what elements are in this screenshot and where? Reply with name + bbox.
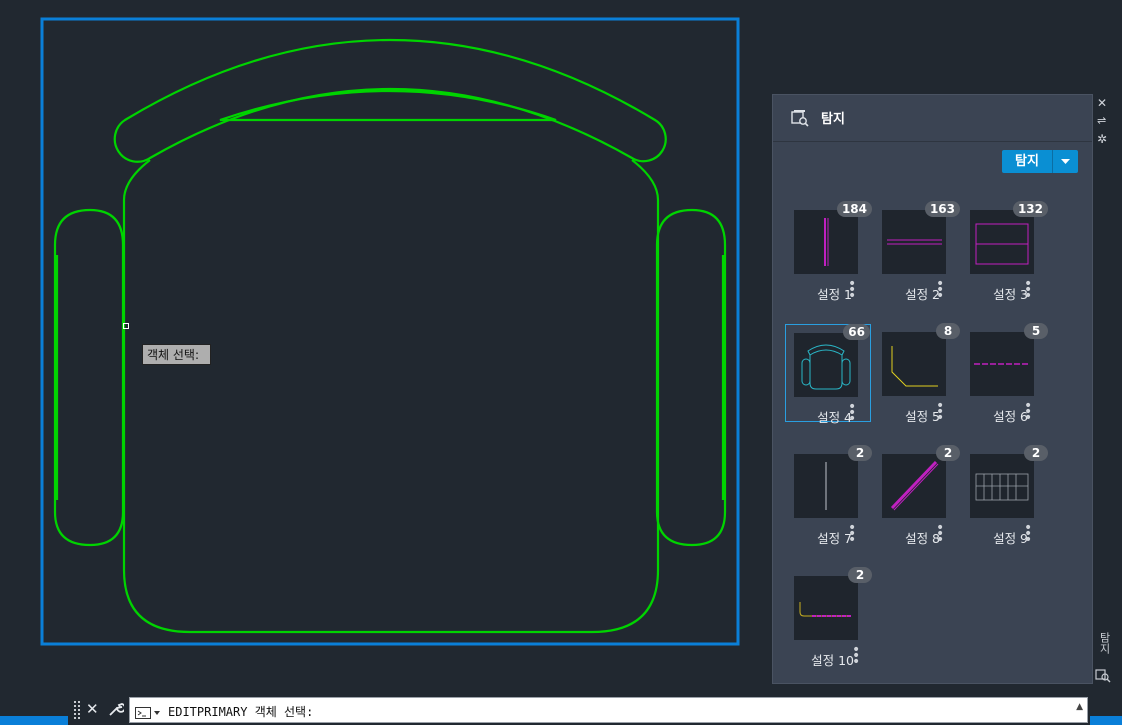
more-options-icon[interactable]: • • • bbox=[848, 277, 856, 303]
status-strip-left bbox=[0, 716, 68, 725]
count-badge: 8 bbox=[936, 323, 960, 339]
count-badge: 163 bbox=[924, 201, 960, 217]
explore-button[interactable]: 탐지 bbox=[1002, 150, 1078, 173]
command-line: ✕ EDITPRIMARY 객체 선택: ▲ bbox=[72, 697, 1089, 723]
command-text: EDITPRIMARY 객체 선택: bbox=[168, 705, 314, 719]
palette-side-strip: ✕ ⇌ ✲ bbox=[1093, 94, 1113, 684]
more-options-icon[interactable]: • • • bbox=[852, 643, 860, 669]
more-options-icon[interactable]: • • • bbox=[1024, 399, 1032, 425]
setting-name: 설정 8 bbox=[905, 531, 940, 546]
setting-card-5[interactable]: 8 설정 5 • • • bbox=[874, 323, 960, 425]
setting-card-10[interactable]: 2 설정 10 • • • bbox=[786, 567, 872, 669]
setting-card-4[interactable]: 66 설정 4 • • • bbox=[785, 324, 871, 426]
setting-name: 설정 5 bbox=[905, 409, 940, 424]
command-prompt-icon[interactable] bbox=[135, 704, 161, 723]
setting-card-7[interactable]: 2 설정 7 • • • bbox=[786, 445, 872, 547]
count-badge: 2 bbox=[1024, 445, 1048, 461]
command-history-up-icon[interactable]: ▲ bbox=[1076, 702, 1083, 712]
setting-card-6[interactable]: 5 설정 6 • • • bbox=[962, 323, 1048, 425]
status-strip-right bbox=[1090, 716, 1122, 725]
palette-title: 탐지 bbox=[821, 112, 845, 127]
more-options-icon[interactable]: • • • bbox=[848, 400, 856, 426]
setting-thumbnail bbox=[882, 332, 946, 396]
close-icon[interactable]: ✕ bbox=[86, 700, 99, 718]
setting-name: 설정 7 bbox=[817, 531, 852, 546]
setting-card-9[interactable]: 2 설정 9 • • • bbox=[962, 445, 1048, 547]
setting-thumbnail bbox=[970, 454, 1034, 518]
setting-thumbnail bbox=[970, 210, 1034, 274]
more-options-icon[interactable]: • • • bbox=[1024, 277, 1032, 303]
count-badge: 132 bbox=[1012, 201, 1048, 217]
count-badge: 184 bbox=[836, 201, 872, 217]
selection-frame bbox=[40, 17, 740, 646]
setting-card-8[interactable]: 2 설정 8 • • • bbox=[874, 445, 960, 547]
count-badge: 66 bbox=[843, 324, 870, 340]
close-icon[interactable]: ✕ bbox=[1097, 96, 1107, 110]
palette-vertical-title: 탐지 bbox=[1098, 632, 1111, 654]
setting-name: 설정 9 bbox=[993, 531, 1028, 546]
setting-thumbnail bbox=[794, 333, 858, 397]
setting-thumbnail bbox=[882, 210, 946, 274]
pickbox-cursor bbox=[123, 323, 129, 329]
explore-dropdown-button[interactable] bbox=[1053, 150, 1078, 173]
setting-card-1[interactable]: 184 설정 1 • • • bbox=[786, 201, 872, 303]
explore-search-icon bbox=[791, 109, 809, 131]
explore-palette: 탐지 탐지 184 설정 1 • • • 163 설정 2 • • • 132 설정 3… bbox=[772, 94, 1093, 684]
more-options-icon[interactable]: • • • bbox=[936, 399, 944, 425]
count-badge: 2 bbox=[936, 445, 960, 461]
setting-name: 설정 2 bbox=[905, 287, 940, 302]
grip-handle-icon[interactable] bbox=[74, 701, 82, 719]
gear-icon[interactable]: ✲ bbox=[1097, 132, 1107, 146]
more-options-icon[interactable]: • • • bbox=[936, 277, 944, 303]
more-options-icon[interactable]: • • • bbox=[1024, 521, 1032, 547]
explore-button-label[interactable]: 탐지 bbox=[1002, 150, 1053, 173]
setting-name: 설정 3 bbox=[993, 287, 1028, 302]
chair-geometry bbox=[53, 39, 727, 634]
palette-header: 탐지 bbox=[773, 95, 1092, 142]
setting-name: 설정 6 bbox=[993, 409, 1028, 424]
setting-card-3[interactable]: 132 설정 3 • • • bbox=[962, 201, 1048, 303]
setting-thumbnail bbox=[882, 454, 946, 518]
setting-thumbnail bbox=[970, 332, 1034, 396]
auto-hide-icon[interactable]: ⇌ bbox=[1097, 114, 1106, 127]
caret-down-icon bbox=[1061, 158, 1070, 164]
setting-thumbnail bbox=[794, 576, 858, 640]
more-options-icon[interactable]: • • • bbox=[848, 521, 856, 547]
setting-thumbnail bbox=[794, 210, 858, 274]
setting-card-2[interactable]: 163 설정 2 • • • bbox=[874, 201, 960, 303]
setting-name: 설정 4 bbox=[817, 410, 852, 425]
setting-name: 설정 10 bbox=[811, 653, 854, 668]
count-badge: 2 bbox=[848, 445, 872, 461]
setting-name: 설정 1 bbox=[817, 287, 852, 302]
more-options-icon[interactable]: • • • bbox=[936, 521, 944, 547]
count-badge: 2 bbox=[848, 567, 872, 583]
explore-small-icon[interactable] bbox=[1095, 667, 1111, 687]
command-input[interactable]: EDITPRIMARY 객체 선택: ▲ bbox=[129, 697, 1088, 723]
wrench-icon[interactable] bbox=[108, 701, 126, 721]
setting-thumbnail bbox=[794, 454, 858, 518]
cursor-tooltip: 객체 선택: bbox=[142, 344, 211, 365]
count-badge: 5 bbox=[1024, 323, 1048, 339]
